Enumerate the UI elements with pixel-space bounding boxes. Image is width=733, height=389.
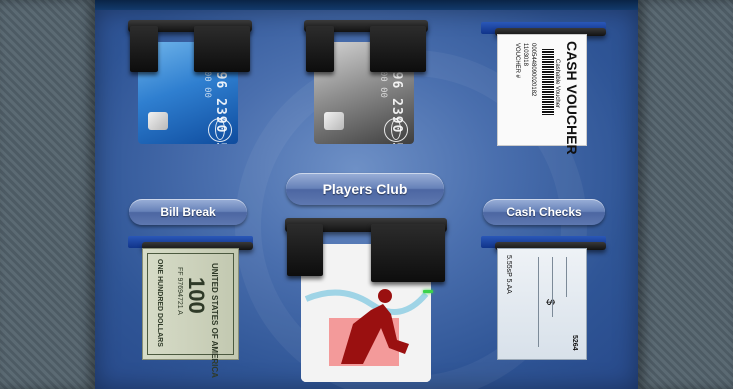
card-reader-jaw-left <box>287 224 323 276</box>
check-line <box>552 257 553 317</box>
voucher-subheading: Cashable Voucher <box>554 59 560 109</box>
voucher-heading: CASH VOUCHER <box>564 41 580 155</box>
globe-icon <box>208 118 232 142</box>
right-bezel <box>638 0 733 389</box>
bill-denomination: 100 <box>184 277 209 314</box>
card-reader-jaw-right <box>370 26 426 72</box>
check-line <box>566 257 567 297</box>
bill-slot[interactable]: UNITED STATES OF AMERICA 100 FF 97694721… <box>128 236 253 378</box>
card-reader-jaw-left <box>306 26 334 72</box>
bill-serial: FF 97694721 A <box>176 267 183 315</box>
status-led-icon <box>423 290 433 293</box>
check-slot[interactable]: 5264 $ 5.55sP 5.AA <box>481 236 606 360</box>
voucher-line2: 1103018 <box>522 43 528 66</box>
card-reader-jaw-left <box>130 26 158 72</box>
players-club-card-slot[interactable] <box>285 218 447 384</box>
voucher-slot[interactable]: CASH VOUCHER Cashable Voucher 0005448090… <box>481 22 606 155</box>
kiosk-screen: 4996 2390 5185 0000 00 4996 2390 5185 00… <box>0 0 733 389</box>
card-chip-icon <box>148 112 168 130</box>
credit-card-slot[interactable]: 4996 2390 5185 0000 00 <box>128 20 252 145</box>
left-bezel <box>0 0 95 389</box>
bill-bottom-text: ONE HUNDRED DOLLARS <box>156 259 163 347</box>
cash-voucher: CASH VOUCHER Cashable Voucher 0005448090… <box>497 34 587 155</box>
cash-checks-button[interactable]: Cash Checks <box>483 199 605 225</box>
voucher-line1: 0005448090020182 <box>530 43 536 97</box>
check-side-text: 5.55sP 5.AA <box>505 255 512 294</box>
voucher-barcode <box>542 49 554 115</box>
card-reader-jaw-right <box>194 26 250 72</box>
dollar-bill: UNITED STATES OF AMERICA 100 FF 97694721… <box>142 248 239 378</box>
check-line <box>538 257 539 347</box>
check-dollar-sign: $ <box>544 299 556 306</box>
paper-check: 5264 $ 5.55sP 5.AA <box>497 248 587 360</box>
globe-icon <box>384 118 408 142</box>
top-frame <box>0 0 733 10</box>
debit-card-slot[interactable]: 4996 2390 5185 0000 00 <box>304 20 428 145</box>
players-club-button[interactable]: Players Club <box>286 173 444 205</box>
bill-break-button[interactable]: Bill Break <box>129 199 247 225</box>
card-reader-jaw-right <box>371 224 445 282</box>
bill-top-text: UNITED STATES OF AMERICA <box>210 263 219 378</box>
voucher-line3: VOUCHER # <box>514 43 520 79</box>
check-number: 5264 <box>571 335 578 351</box>
card-chip-icon <box>324 112 344 130</box>
